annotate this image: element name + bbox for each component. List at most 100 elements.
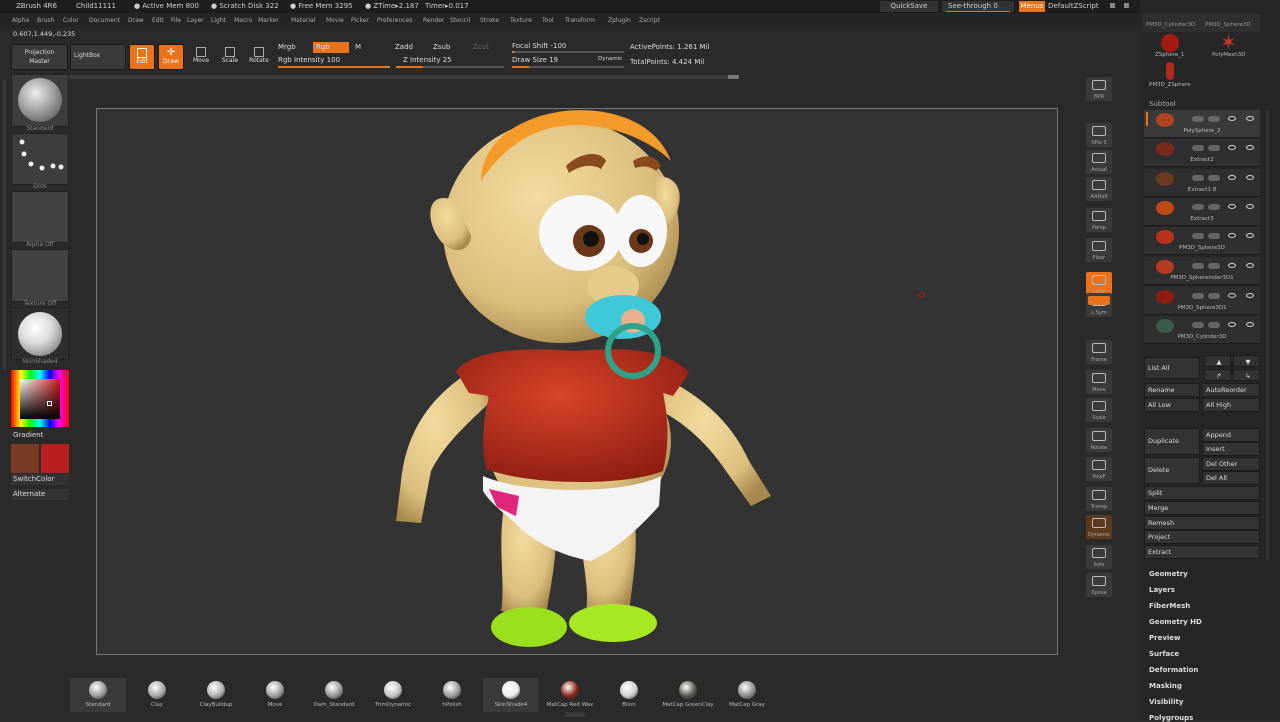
btn-dynamic[interactable]: Dynamic <box>1086 515 1112 539</box>
menu-fibermesh[interactable]: FiberMesh <box>1149 602 1190 610</box>
m-button[interactable]: M <box>355 43 361 51</box>
dynamic-toggle[interactable]: Dynamic <box>598 56 622 62</box>
menu-macro[interactable]: Macro <box>234 13 252 28</box>
document-canvas[interactable] <box>96 108 1058 655</box>
subtool-toggle[interactable] <box>1192 263 1204 269</box>
menu-document[interactable]: Document <box>89 13 120 28</box>
visibility-eye-icon[interactable] <box>1228 145 1236 150</box>
visibility-eye-icon[interactable] <box>1246 263 1254 268</box>
btn-persp[interactable]: Persp <box>1086 208 1112 232</box>
menu-brush[interactable]: Brush <box>37 13 54 28</box>
remesh-menu[interactable]: Remesh <box>1144 516 1260 530</box>
main-color-swatch[interactable] <box>11 444 39 473</box>
subtool-toggle[interactable] <box>1192 293 1204 299</box>
menu-zscript[interactable]: Zscript <box>639 13 660 28</box>
btn-xpose[interactable]: Xpose <box>1086 573 1112 597</box>
btn-move[interactable]: Move <box>1086 370 1112 394</box>
menu-movie[interactable]: Movie <box>326 13 344 28</box>
focal-shift-slider[interactable] <box>512 51 624 53</box>
menu-material[interactable]: Material <box>291 13 315 28</box>
extract-menu[interactable]: Extract <box>1144 545 1260 559</box>
btn-solo[interactable]: Solo <box>1086 545 1112 569</box>
xyz-symmetry-button[interactable] <box>1088 296 1110 305</box>
rgb-button[interactable]: Rgb <box>313 42 349 53</box>
del-all-button[interactable]: Del All <box>1202 471 1260 485</box>
split-menu[interactable]: Split <box>1144 486 1260 500</box>
subtool-row[interactable]: PolySphere_2 <box>1144 110 1260 138</box>
all-high-button[interactable]: All High <box>1202 398 1260 412</box>
draw-button[interactable]: ✛ Draw <box>158 44 184 70</box>
window-control[interactable] <box>1110 3 1115 8</box>
subtool-title[interactable]: Subtool <box>1149 100 1176 108</box>
shelf-item[interactable]: ClayBuildup <box>188 678 244 712</box>
visibility-eye-icon[interactable] <box>1228 204 1236 209</box>
btn-floor[interactable]: Floor <box>1086 238 1112 262</box>
move-button[interactable]: Move <box>188 44 214 70</box>
tool-slot[interactable]: PM3D_Cylinder3D <box>1143 14 1203 32</box>
duplicate-button[interactable]: Duplicate <box>1144 428 1200 455</box>
color-square[interactable] <box>20 379 60 419</box>
subtool-toggle[interactable] <box>1208 322 1220 328</box>
scroll-thumb[interactable] <box>728 75 739 79</box>
subtool-toggle[interactable] <box>1208 293 1220 299</box>
subtool-scroll-indicator[interactable] <box>1146 112 1148 126</box>
visibility-eye-icon[interactable] <box>1228 175 1236 180</box>
texture-thumbnail[interactable] <box>11 249 69 302</box>
menu-geometry-hd[interactable]: Geometry HD <box>1149 618 1202 626</box>
shelf-item[interactable]: Move <box>247 678 303 712</box>
subtool-toggle[interactable] <box>1192 204 1204 210</box>
delete-button[interactable]: Delete <box>1144 457 1200 484</box>
visibility-eye-icon[interactable] <box>1228 263 1236 268</box>
btn-transp[interactable]: Transp <box>1086 487 1112 511</box>
zsub-button[interactable]: Zsub <box>433 43 450 51</box>
menu-surface[interactable]: Surface <box>1149 650 1179 658</box>
left-tray-handle[interactable] <box>3 80 6 370</box>
shelf-item[interactable]: Dam_Standard <box>306 678 362 712</box>
menu-preferences[interactable]: Preferences <box>377 13 412 28</box>
subtool-row[interactable]: Extract3 <box>1144 198 1260 226</box>
menu-deformation[interactable]: Deformation <box>1149 666 1198 674</box>
subtool-toggle[interactable] <box>1192 116 1204 122</box>
shelf-item[interactable]: MatCap Gray <box>719 678 775 712</box>
append-button[interactable]: Append <box>1202 428 1260 442</box>
del-other-button[interactable]: Del Other <box>1202 457 1260 471</box>
merge-menu[interactable]: Merge <box>1144 501 1260 515</box>
menu-marker[interactable]: Marker <box>258 13 279 28</box>
default-zscript[interactable]: DefaultZScript <box>1048 0 1099 13</box>
menu-masking[interactable]: Masking <box>1149 682 1182 690</box>
subtool-toggle[interactable] <box>1208 116 1220 122</box>
subtool-toggle[interactable] <box>1208 175 1220 181</box>
shelf-item[interactable]: MatCap Red Wax <box>542 678 598 712</box>
subtool-row[interactable]: PM3D_Cylinder3D <box>1144 316 1260 344</box>
btn-frame[interactable]: Frame <box>1086 340 1112 364</box>
baby-character-model[interactable] <box>97 109 1059 656</box>
zsphere-small-icon[interactable] <box>1166 62 1174 80</box>
shelf-item[interactable]: SkinShade4 <box>483 678 539 712</box>
menu-stencil[interactable]: Stencil <box>450 13 470 28</box>
menu-polygroups[interactable]: Polygroups <box>1149 714 1193 722</box>
visibility-eye-icon[interactable] <box>1246 204 1254 209</box>
menu-zplugin[interactable]: Zplugin <box>608 13 631 28</box>
menu-visibility[interactable]: Visibility <box>1149 698 1183 706</box>
menu-transform[interactable]: Transform <box>565 13 595 28</box>
subtool-toggle[interactable] <box>1208 233 1220 239</box>
visibility-eye-icon[interactable] <box>1246 322 1254 327</box>
move-up-button[interactable]: ▲ <box>1204 355 1231 367</box>
menu-light[interactable]: Light <box>211 13 226 28</box>
stroke-thumbnail[interactable] <box>11 133 69 185</box>
window-control[interactable] <box>1124 3 1129 8</box>
btn-rotate[interactable]: Rotate <box>1086 428 1112 452</box>
menu-stroke[interactable]: Stroke <box>480 13 499 28</box>
menu-layer[interactable]: Layer <box>187 13 204 28</box>
subtool-toggle[interactable] <box>1192 145 1204 151</box>
subtool-row[interactable]: Extract1 8 <box>1144 169 1260 197</box>
polymesh-star-icon[interactable]: ✶ <box>1220 32 1240 52</box>
shelf-item[interactable]: Standard <box>70 678 126 712</box>
list-all-button[interactable]: List All <box>1144 357 1200 379</box>
secondary-color-swatch[interactable] <box>41 444 69 473</box>
menu-preview[interactable]: Preview <box>1149 634 1181 642</box>
shelf-item[interactable]: Clay <box>129 678 185 712</box>
btn-bpr[interactable]: BPR <box>1086 77 1112 101</box>
visibility-eye-icon[interactable] <box>1246 145 1254 150</box>
project-menu[interactable]: Project <box>1144 530 1260 544</box>
